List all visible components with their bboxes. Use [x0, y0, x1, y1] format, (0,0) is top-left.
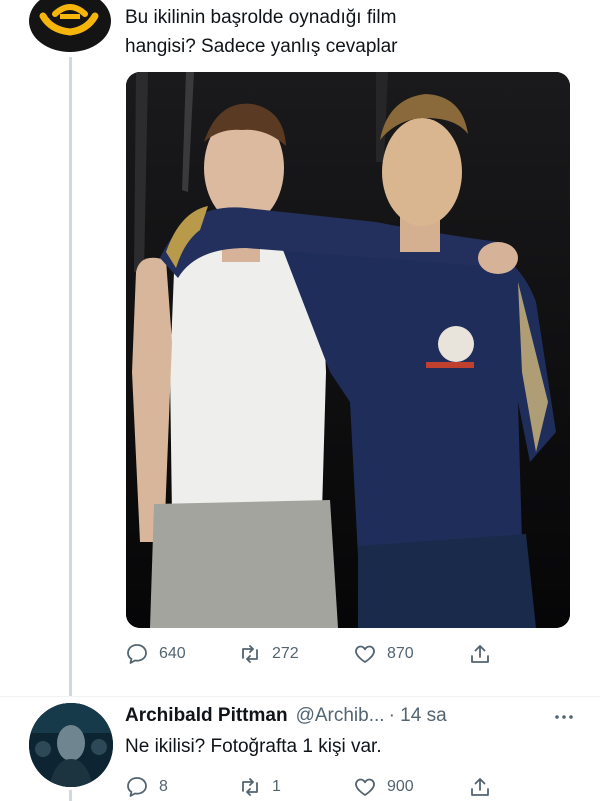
tweet-actions: 640 272 870 — [125, 641, 575, 667]
tweet-photo[interactable] — [126, 72, 570, 628]
reply-author-handle[interactable]: @Archib... — [296, 705, 385, 727]
reply-header: Archibald Pittman @Archib... · 14 sa — [125, 703, 585, 729]
like-icon — [355, 778, 375, 796]
share-button[interactable] — [468, 774, 492, 800]
like-button[interactable]: 870 — [353, 641, 414, 667]
reply-author-name[interactable]: Archibald Pittman — [125, 705, 288, 727]
thread-line — [69, 790, 72, 801]
avatar-image — [29, 703, 113, 787]
like-count: 870 — [387, 645, 414, 662]
more-icon[interactable] — [553, 707, 575, 727]
like-button[interactable]: 900 — [353, 774, 414, 800]
tweet-text-line: hangisi? Sadece yanlış cevaplar — [125, 36, 398, 57]
thread-line — [69, 57, 72, 697]
reply-actions: 8 1 900 — [125, 774, 575, 800]
photo-illustration — [126, 72, 570, 628]
like-count: 900 — [387, 778, 414, 795]
reply-icon — [127, 777, 147, 797]
brand-logo-icon — [39, 4, 99, 36]
reply-count: 640 — [159, 645, 186, 662]
reply-count: 8 — [159, 778, 168, 795]
share-icon — [471, 778, 489, 796]
author-avatar[interactable] — [29, 0, 111, 52]
reply-timestamp[interactable]: · 14 sa — [389, 705, 447, 727]
retweet-count: 1 — [272, 778, 281, 795]
retweet-icon — [242, 778, 258, 796]
retweet-button[interactable]: 272 — [238, 641, 299, 667]
reply-avatar[interactable] — [29, 703, 113, 787]
reply-button[interactable]: 8 — [125, 774, 168, 800]
like-icon — [355, 645, 375, 663]
retweet-icon — [242, 645, 258, 663]
share-icon — [471, 645, 489, 663]
tweet-text: Bu ikilinin başrolde oynadığı film hangi… — [125, 3, 575, 61]
share-button[interactable] — [468, 641, 492, 667]
reply-icon — [127, 644, 147, 664]
divider — [0, 696, 600, 697]
retweet-count: 272 — [272, 645, 299, 662]
reply-text: Ne ikilisi? Fotoğrafta 1 kişi var. — [125, 736, 382, 757]
reply-button[interactable]: 640 — [125, 641, 186, 667]
tweet-text-line: Bu ikilinin başrolde oynadığı film — [125, 7, 397, 28]
retweet-button[interactable]: 1 — [238, 774, 281, 800]
